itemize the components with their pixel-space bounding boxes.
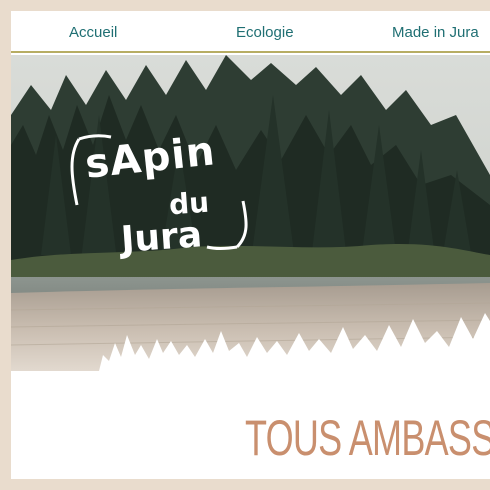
hero-banner: sApin du Jura [11, 55, 490, 371]
nav-link-accueil[interactable]: Accueil [69, 24, 117, 41]
section-headline: TOUS AMBASSA [245, 410, 490, 466]
nav-link-made-in-jura[interactable]: Made in Jura [392, 24, 479, 41]
page-frame: Accueil Ecologie Made in Jura sApin du J… [11, 11, 490, 479]
logo-text-sapin: sApin [82, 128, 218, 188]
nav-link-ecologie[interactable]: Ecologie [236, 24, 294, 41]
sapin-du-jura-logo[interactable]: sApin du Jura [63, 128, 253, 285]
main-navigation: Accueil Ecologie Made in Jura [11, 11, 490, 53]
logo-text-jura: Jura [119, 214, 204, 261]
